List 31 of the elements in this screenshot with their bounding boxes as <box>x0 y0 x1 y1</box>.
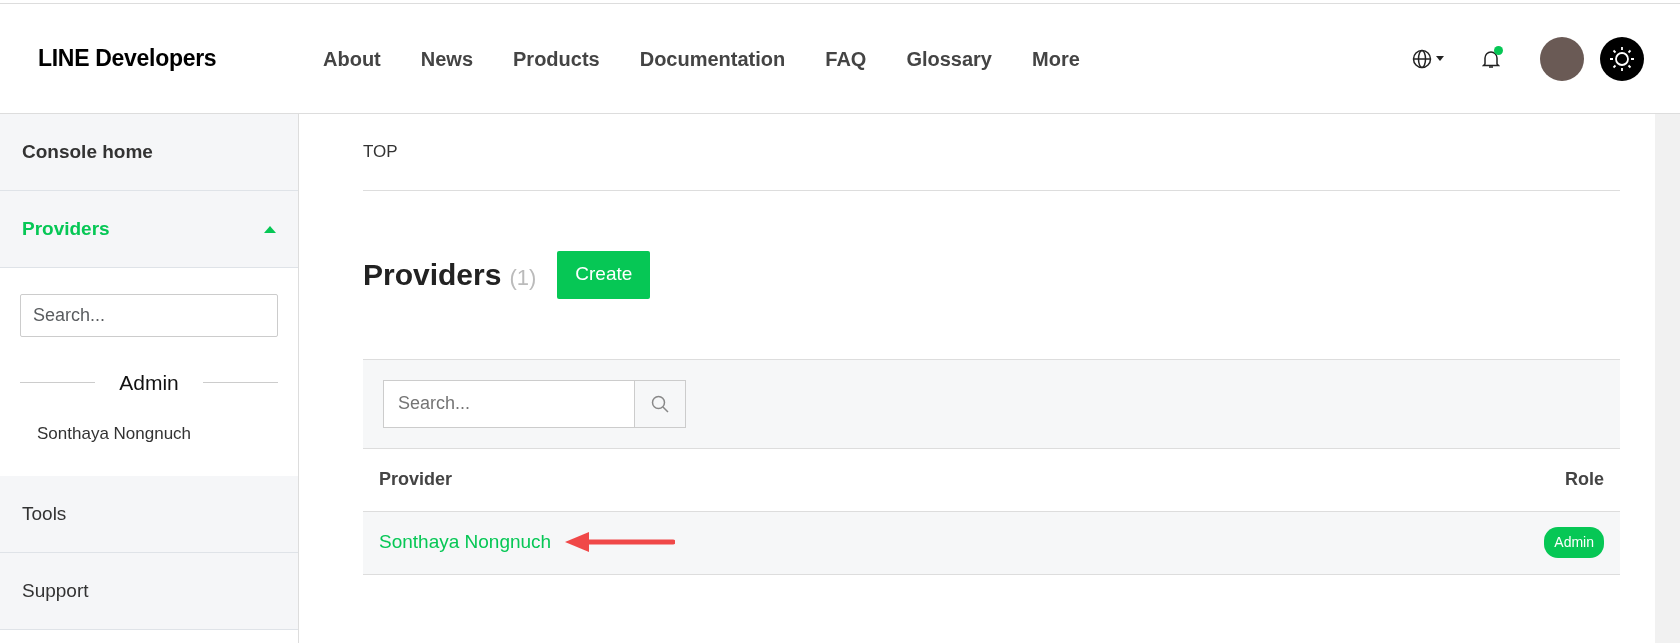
sidebar-item[interactable]: Tools <box>0 476 298 553</box>
theme-toggle-button[interactable] <box>1600 36 1644 81</box>
search-field[interactable]: Search... <box>383 379 634 428</box>
role-badge: Admin <box>1544 527 1604 558</box>
language-dropdown[interactable] <box>1412 48 1444 69</box>
search-icon <box>651 394 669 413</box>
nav-link[interactable]: About <box>323 43 381 74</box>
caret-up-icon <box>264 225 276 233</box>
provider-link[interactable]: Sonthaya Nongnuch <box>20 420 209 446</box>
nav-link[interactable]: News <box>420 43 473 74</box>
column-header: Role <box>1565 468 1604 491</box>
caret-icon <box>1436 56 1444 61</box>
sun-icon <box>1609 45 1635 72</box>
sidebar-item[interactable]: Support <box>0 553 298 630</box>
search-field[interactable]: Search... <box>20 294 278 337</box>
breadcrumb-link[interactable]: TOP <box>363 114 1620 191</box>
globe-icon <box>1412 48 1432 69</box>
page-title: Providers <box>363 257 502 293</box>
bell-icon <box>1482 48 1500 69</box>
group-label: Admin <box>118 370 180 396</box>
sidebar-item[interactable]: Console home <box>0 114 298 191</box>
provider-count: (1) <box>509 264 537 292</box>
nav-link[interactable]: FAQ <box>825 43 867 74</box>
nav-link[interactable]: Products <box>513 43 600 74</box>
column-header: Provider <box>379 468 453 491</box>
avatar[interactable] <box>1540 36 1584 81</box>
nav-link[interactable]: Glossary <box>906 43 992 74</box>
nav-link[interactable]: More <box>1032 43 1080 74</box>
nav-link[interactable]: Documentation <box>639 43 786 74</box>
site-logo[interactable]: LINE Developers <box>38 41 323 76</box>
notification-button[interactable] <box>1482 48 1500 69</box>
